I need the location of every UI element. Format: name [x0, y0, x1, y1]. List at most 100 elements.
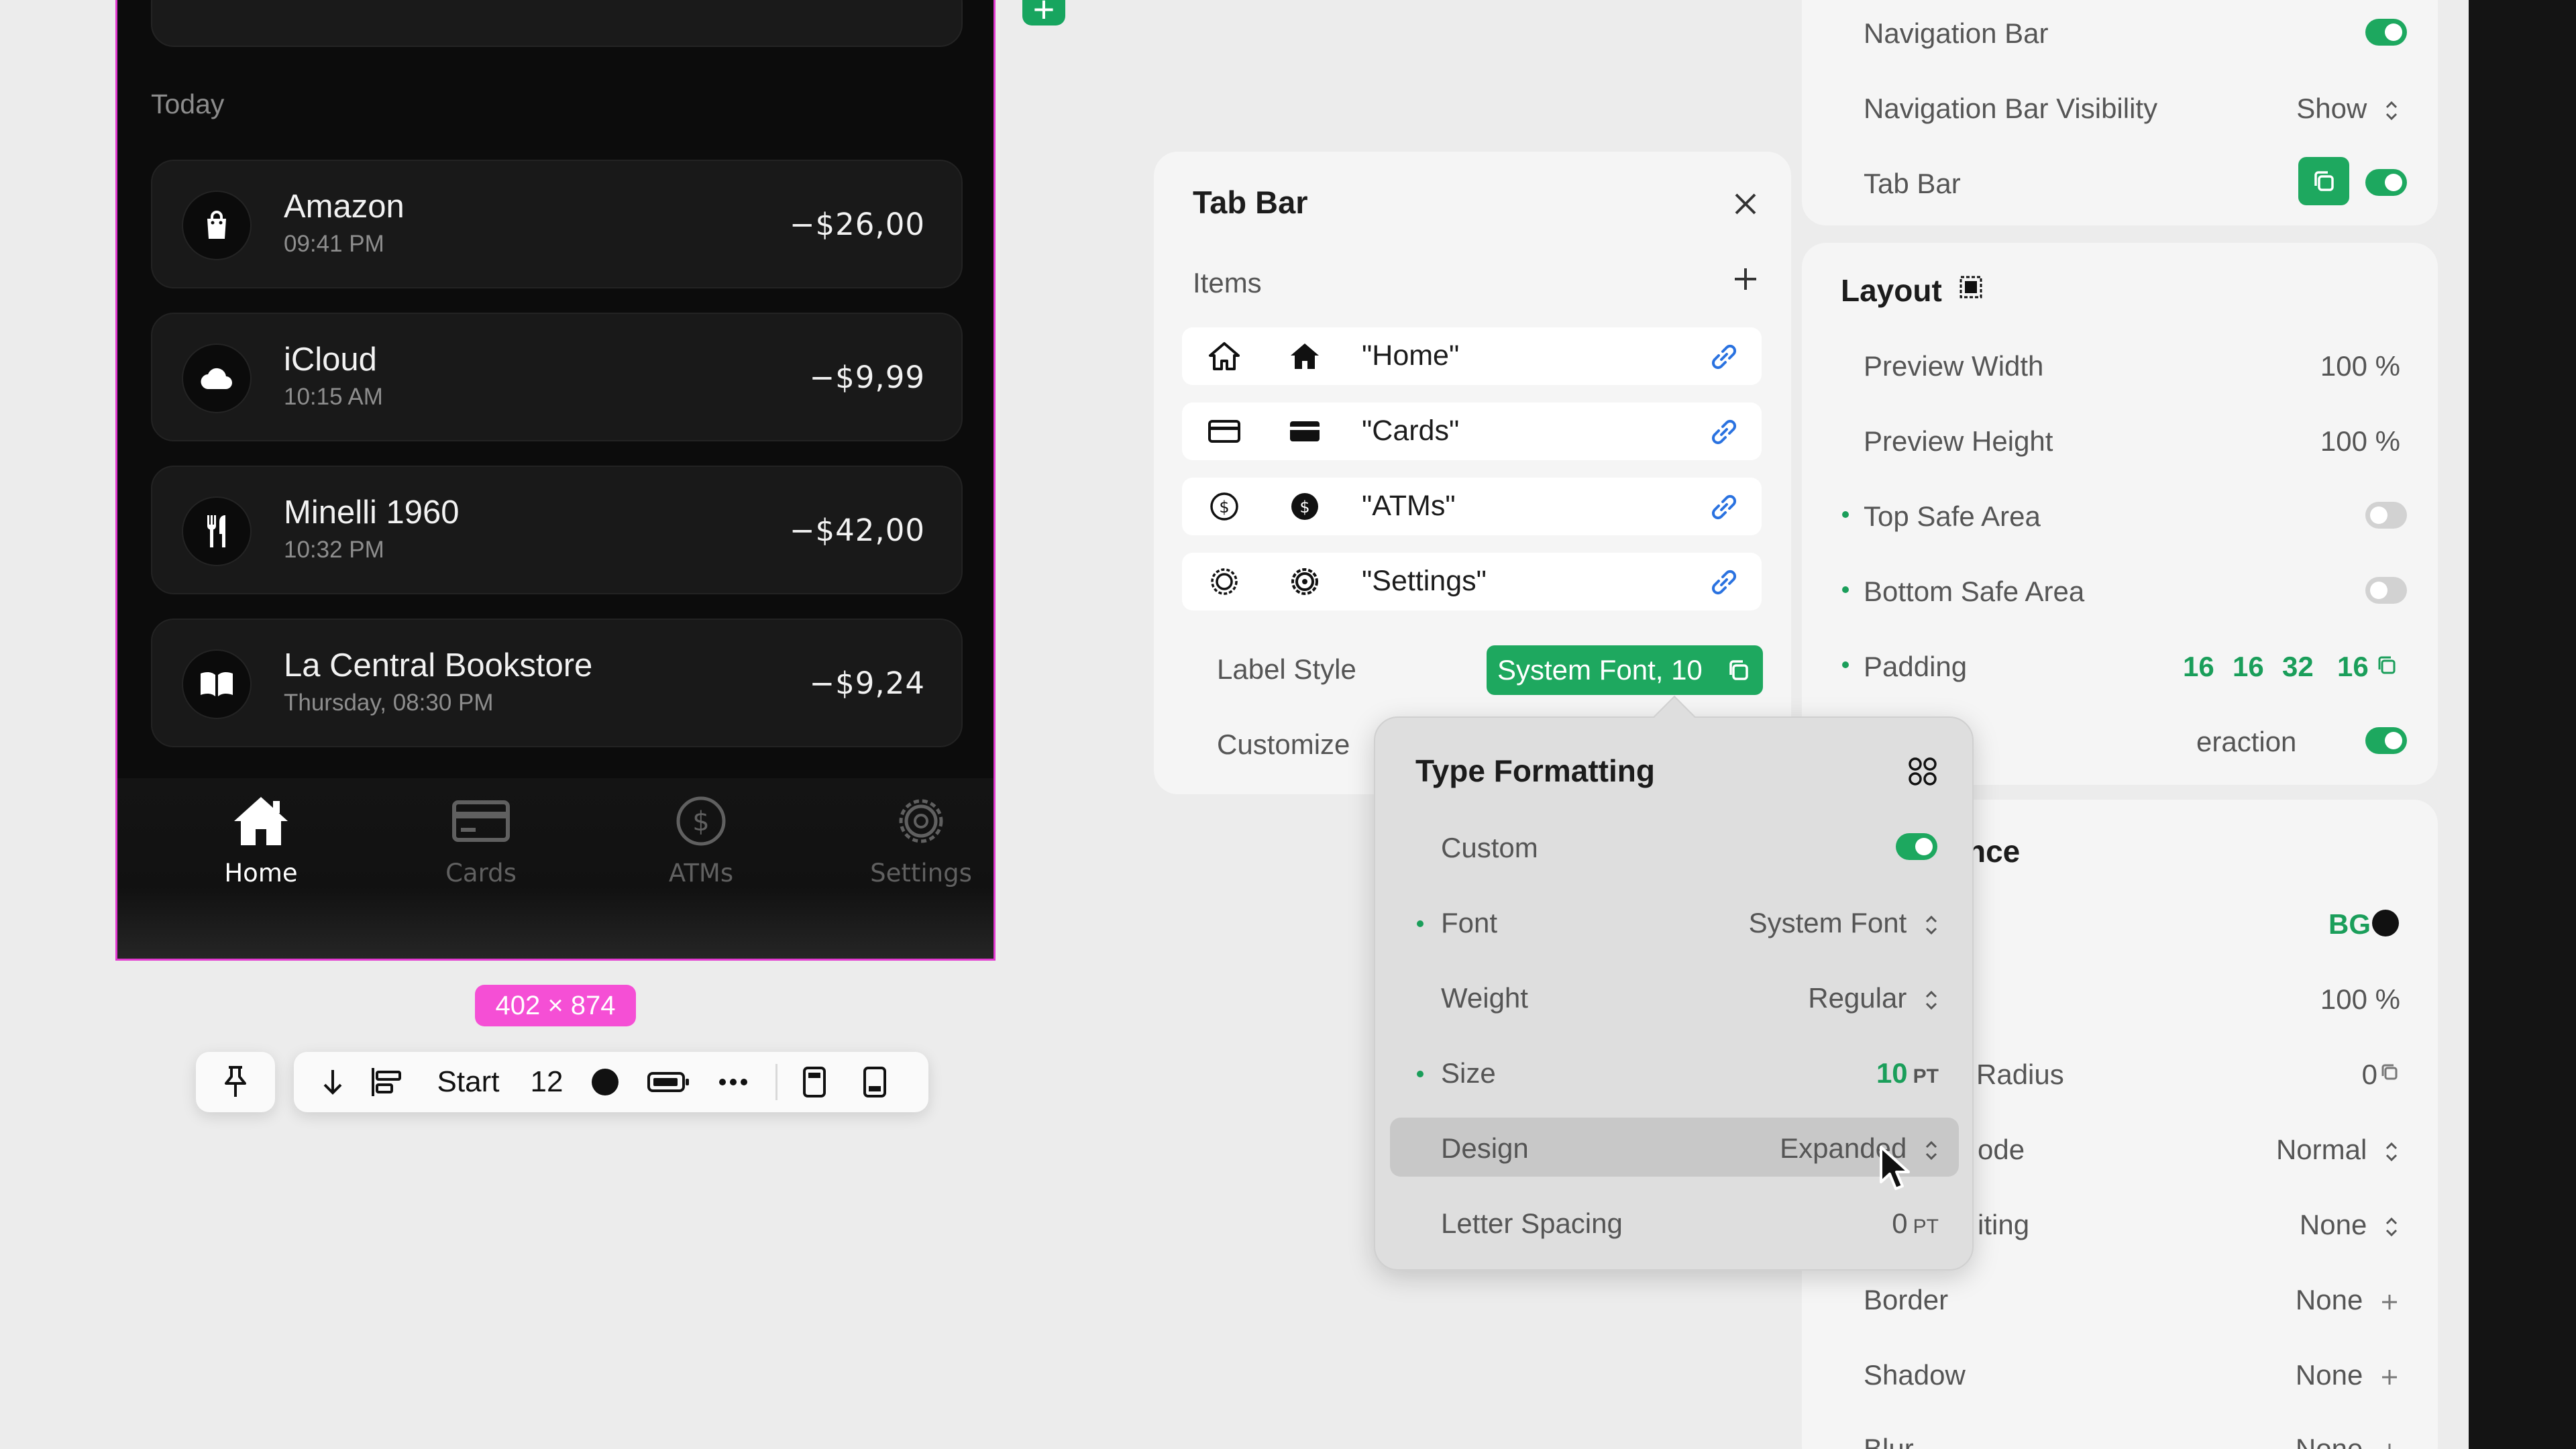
padding-bottom-value[interactable]: 32: [2282, 651, 2314, 683]
tab-bar-panel: Tab Bar Items "Home" "Cards" $ $ "ATMs": [1154, 152, 1791, 794]
add-item-button[interactable]: [1725, 259, 1766, 299]
design-label: Design: [1441, 1132, 1529, 1164]
tab-item-label: "Cards": [1362, 415, 1460, 447]
padding-right-value[interactable]: 16: [2233, 651, 2264, 683]
tab-cards[interactable]: Cards: [400, 792, 561, 899]
preview-width-label: Preview Width: [1864, 350, 2044, 382]
device-bottom-button[interactable]: [855, 1052, 895, 1112]
link-icon[interactable]: [1705, 488, 1743, 526]
label-style-button[interactable]: System Font, 10: [1487, 645, 1763, 695]
padding-top-value[interactable]: 16: [2183, 651, 2214, 683]
weight-select[interactable]: Regular: [1808, 982, 1939, 1014]
tab-item-row[interactable]: $ $ "ATMs": [1182, 478, 1762, 535]
battery-icon[interactable]: [644, 1052, 694, 1112]
direction-down-button[interactable]: [314, 1052, 352, 1112]
tab-home[interactable]: Home: [180, 792, 341, 899]
pin-button[interactable]: [196, 1052, 275, 1112]
fill-color-swatch[interactable]: [585, 1052, 625, 1112]
shadow-value: None: [2295, 1359, 2363, 1391]
opacity-value[interactable]: 100 %: [2320, 983, 2400, 1016]
canvas-toolbar: Start 12: [294, 1052, 928, 1112]
navigation-bar-toggle[interactable]: [2365, 19, 2407, 46]
transaction-row[interactable]: iCloud 10:15 AM −$9,99: [151, 313, 963, 441]
preview-height-value[interactable]: 100 %: [2320, 425, 2400, 458]
background-color-swatch[interactable]: [2372, 910, 2399, 936]
link-values-icon[interactable]: [2376, 655, 2398, 676]
weight-label: Weight: [1441, 982, 1528, 1014]
shadow-add[interactable]: None: [2296, 1359, 2399, 1391]
blend-mode-select[interactable]: Normal: [2276, 1134, 2399, 1166]
alignment-value[interactable]: Start: [428, 1052, 508, 1112]
compositing-select[interactable]: None: [2300, 1209, 2399, 1241]
tab-item-row[interactable]: "Settings": [1182, 553, 1762, 610]
link-icon[interactable]: [1705, 413, 1743, 451]
arrow-down-icon: [323, 1070, 342, 1095]
device-top-button[interactable]: [794, 1052, 835, 1112]
transaction-row[interactable]: Amazon 09:41 PM −$26,00: [151, 160, 963, 288]
add-button[interactable]: +: [1022, 0, 1065, 30]
preview-width-value[interactable]: 100 %: [2320, 350, 2400, 382]
align-left-icon: [372, 1068, 401, 1096]
link-icon[interactable]: [1705, 564, 1743, 601]
chevron-updown-icon: [1925, 915, 1937, 935]
grid-options-icon[interactable]: [1905, 754, 1940, 789]
label-style-value: System Font, 10: [1497, 654, 1703, 686]
font-select[interactable]: System Font: [1749, 907, 1939, 939]
transaction-row[interactable]: Minelli 1960 10:32 PM −$42,00: [151, 466, 963, 594]
transaction-name: iCloud: [284, 341, 377, 378]
phone-tab-bar: Home Cards $ ATMs Settings: [117, 778, 994, 959]
transaction-time: Thursday, 08:30 PM: [284, 690, 494, 716]
svg-text:$: $: [692, 806, 709, 837]
svg-text:$: $: [1299, 498, 1309, 517]
size-label: Size: [1441, 1057, 1496, 1089]
app-canvas: Today Amazon 09:41 PM −$26,00 iCloud 10:…: [0, 0, 2576, 1449]
align-start-button[interactable]: [366, 1052, 407, 1112]
spacing-value[interactable]: 12: [523, 1052, 570, 1112]
phone-preview: Today Amazon 09:41 PM −$26,00 iCloud 10:…: [115, 0, 996, 961]
padding-label: Padding: [1864, 651, 1968, 682]
panel-title: Tab Bar: [1193, 184, 1308, 220]
tab-item-row[interactable]: "Home": [1182, 327, 1762, 385]
credit-card-filled-icon: [1290, 421, 1320, 441]
compositing-value: None: [2299, 1209, 2367, 1240]
padding-left-value[interactable]: 16: [2337, 651, 2369, 683]
letter-spacing-unit: PT: [1913, 1216, 1939, 1238]
background-value[interactable]: BG: [2328, 908, 2371, 941]
tab-atms[interactable]: $ ATMs: [621, 792, 782, 899]
tab-settings[interactable]: Settings: [841, 792, 994, 899]
transaction-time: 10:15 AM: [284, 384, 383, 410]
transaction-row[interactable]: La Central Bookstore Thursday, 08:30 PM …: [151, 619, 963, 747]
corner-radius-value[interactable]: 0: [2362, 1059, 2377, 1091]
section-header-today: Today: [151, 89, 225, 119]
blur-add[interactable]: None: [2296, 1433, 2399, 1449]
transaction-amount: −$9,99: [809, 360, 925, 395]
custom-toggle[interactable]: [1896, 833, 1937, 860]
modified-dot: [1417, 920, 1424, 927]
plus-icon: [2382, 1294, 2397, 1309]
navigation-bar-visibility-select[interactable]: Show: [2296, 93, 2399, 125]
interaction-toggle[interactable]: [2365, 727, 2407, 754]
more-options-button[interactable]: [710, 1052, 757, 1112]
border-add[interactable]: None: [2296, 1284, 2399, 1316]
letter-spacing-field[interactable]: 0 PT: [1892, 1208, 1939, 1240]
tab-item-row[interactable]: "Cards": [1182, 402, 1762, 460]
size-field[interactable]: 10 PT: [1876, 1057, 1939, 1089]
close-icon: [1735, 193, 1756, 215]
layout-card: Layout Preview Width 100 % Preview Heigh…: [1802, 243, 2438, 785]
blur-label: Blur: [1864, 1433, 1914, 1449]
chevron-updown-icon: [2385, 101, 2398, 121]
gear-icon: [889, 792, 953, 851]
link-icon[interactable]: [1705, 338, 1743, 376]
letter-spacing-value: 0: [1892, 1208, 1908, 1239]
window-edge: [2469, 0, 2576, 1449]
plus-icon: [2388, 1443, 2391, 1449]
tab-item-label: "ATMs": [1362, 490, 1456, 522]
layout-frame-icon[interactable]: [1957, 274, 1984, 301]
close-button[interactable]: [1725, 184, 1766, 224]
tab-bar-edit-button[interactable]: [2298, 157, 2349, 205]
navigation-settings-card: Navigation Bar Navigation Bar Visibility…: [1802, 0, 2438, 225]
tab-bar-toggle[interactable]: [2365, 169, 2407, 196]
top-safe-area-toggle[interactable]: [2365, 502, 2407, 529]
bottom-safe-area-toggle[interactable]: [2365, 577, 2407, 604]
corner-icon[interactable]: [2380, 1063, 2400, 1083]
